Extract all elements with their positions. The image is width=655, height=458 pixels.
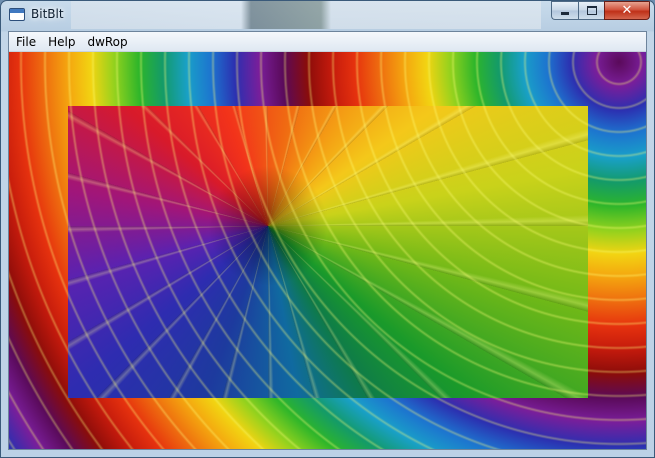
blitted-bitmap xyxy=(68,106,588,398)
bitmap-canvas[interactable] xyxy=(9,52,646,449)
minimize-icon xyxy=(561,11,569,15)
menu-file[interactable]: File xyxy=(9,33,42,51)
close-icon: ✕ xyxy=(621,3,633,18)
minimize-button[interactable] xyxy=(551,1,578,20)
menu-bar: File Help dwRop xyxy=(9,32,646,52)
maximize-button[interactable] xyxy=(578,1,604,20)
app-window-icon[interactable] xyxy=(9,8,25,21)
app-window: BitBlt ✕ File Help dwRop xyxy=(0,0,655,458)
menu-dwrop[interactable]: dwRop xyxy=(81,33,133,51)
menu-help[interactable]: Help xyxy=(42,33,81,51)
title-bar[interactable]: BitBlt ✕ xyxy=(1,1,654,31)
close-button[interactable]: ✕ xyxy=(604,1,650,20)
client-area: File Help dwRop xyxy=(8,31,647,450)
window-title: BitBlt xyxy=(31,7,64,21)
maximize-icon xyxy=(586,6,597,15)
caption-buttons: ✕ xyxy=(551,1,650,20)
